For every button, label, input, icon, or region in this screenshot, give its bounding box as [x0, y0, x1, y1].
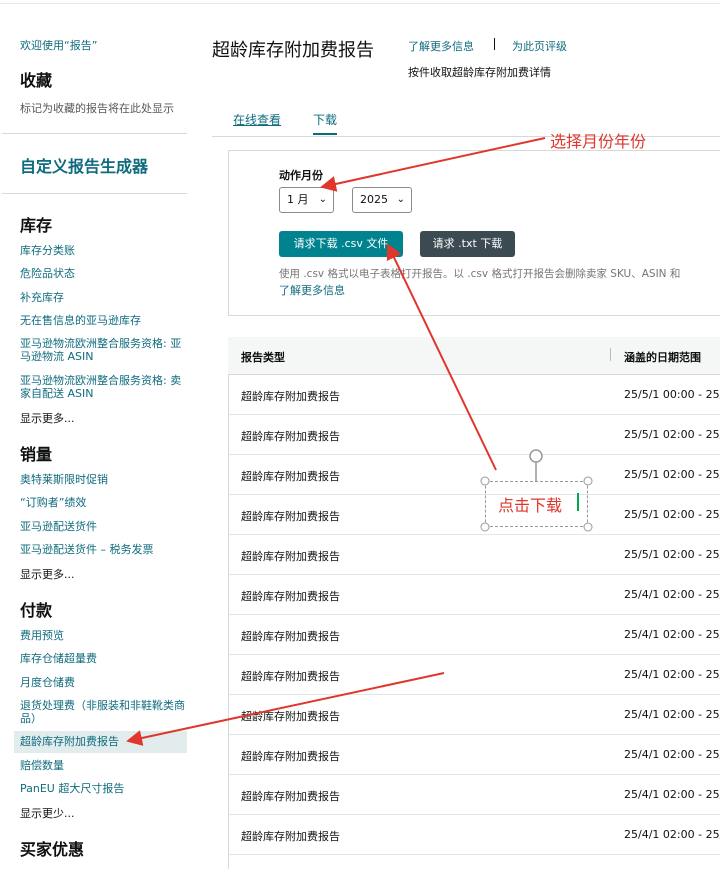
- table-row: 超龄库存附加费报告 25/5/1 00:00 - 25/5: [229, 375, 720, 415]
- show-more-link[interactable]: 显示更多...: [20, 566, 75, 582]
- request-txt-button[interactable]: 请求 .txt 下载: [420, 231, 515, 257]
- table-row: 超龄库存附加费报告 25/4/1 02:00 - 25/5: [229, 695, 720, 735]
- learn-more-link[interactable]: 了解更多信息: [408, 38, 474, 54]
- divider: [2, 193, 187, 194]
- table-row: 超龄库存附加费报告 25/4/1 02:00 - 25/5: [229, 615, 720, 655]
- table-row: 超龄库存附加费报告 25/5/1 02:00 - 25/6: [229, 455, 720, 495]
- cell-date-range: 25/5/1 02:00 - 25/6: [624, 428, 720, 441]
- cell-report-type: 超龄库存附加费报告: [241, 510, 340, 523]
- page-title: 超龄库存附加费报告: [212, 40, 374, 61]
- cell-report-type: 超龄库存附加费报告: [241, 710, 340, 723]
- rate-page-link[interactable]: 为此页评级: [512, 38, 567, 54]
- sidebar-item[interactable]: 亚马逊物流欧洲整合服务资格: 卖家自配送 ASIN: [20, 374, 185, 400]
- column-header-date-range: 涵盖的日期范围: [624, 351, 701, 364]
- header-separator: [494, 38, 495, 50]
- cell-report-type: 超龄库存附加费报告: [241, 750, 340, 763]
- csv-note: 使用 .csv 格式以电子表格打开报告。以 .csv 格式打开报告会删除卖家 S…: [279, 268, 681, 280]
- sidebar-item[interactable]: “订购者”绩效: [20, 496, 185, 509]
- cell-report-type: 超龄库存附加费报告: [241, 830, 340, 843]
- month-select[interactable]: 1 月 ⌄: [279, 187, 334, 213]
- annotation-select-month-year: 选择月份年份: [550, 132, 647, 151]
- table-row: 超龄库存附加费报告 25/4/1 02:00 - 25/5: [229, 735, 720, 775]
- cell-date-range: 25/5/1 02:00 - 25/6: [624, 548, 720, 561]
- cell-date-range: 25/5/1 02:00 - 25/6: [624, 468, 720, 481]
- text-cursor: [577, 493, 579, 511]
- table-row: 超龄库存附加费报告 25/5/1 02:00 - 25/6: [229, 495, 720, 535]
- sidebar-item[interactable]: 月度仓储费: [20, 676, 185, 689]
- page: 欢迎使用“报告” 收藏 标记为收藏的报告将在此处显示 自定义报告生成器 库存 库…: [0, 0, 720, 869]
- favorites-hint: 标记为收藏的报告将在此处显示: [20, 102, 174, 115]
- cell-date-range: 25/4/1 02:00 - 25/5: [624, 828, 720, 841]
- cell-date-range: 25/4/1 02:00 - 25/5: [624, 708, 720, 721]
- cell-date-range: 25/5/1 00:00 - 25/5: [624, 388, 720, 401]
- sidebar-item[interactable]: 亚马逊配送货件 – 税务发票: [20, 543, 185, 556]
- learn-more-link[interactable]: 了解更多信息: [279, 282, 345, 298]
- table-row: 超龄库存附加费报告 25/5/1 02:00 - 25/6: [229, 535, 720, 575]
- section-heading-sales: 销量: [20, 445, 53, 464]
- column-header-report-type: 报告类型: [241, 351, 285, 364]
- cell-report-type: 超龄库存附加费报告: [241, 790, 340, 803]
- cell-date-range: 25/5/1 02:00 - 25/6: [624, 508, 720, 521]
- cell-report-type: 超龄库存附加费报告: [241, 430, 340, 443]
- column-separator: [610, 348, 611, 361]
- year-select[interactable]: 2025 ⌄: [352, 187, 412, 213]
- sidebar-item[interactable]: 危险品状态: [20, 267, 185, 280]
- sidebar-item[interactable]: 亚马逊物流欧洲整合服务资格: 亚马逊物流 ASIN: [20, 337, 185, 363]
- custom-report-builder-link[interactable]: 自定义报告生成器: [20, 153, 148, 177]
- tab-view-online[interactable]: 在线查看: [233, 111, 281, 128]
- table-row: 超龄库存附加费报告 25/4/1 02:00 - 25/5: [229, 575, 720, 615]
- favorites-heading: 收藏: [20, 71, 53, 90]
- annotation-click-download: 点击下载: [498, 496, 563, 515]
- sidebar-item[interactable]: 无在售信息的亚马逊库存: [20, 314, 185, 327]
- month-value: 1 月: [287, 193, 309, 206]
- page-subtitle: 按件收取超龄库存附加费详情: [408, 66, 551, 79]
- cell-date-range: 25/4/1 02:00 - 25/5: [624, 748, 720, 761]
- tab-download[interactable]: 下载: [313, 111, 338, 135]
- sidebar-item[interactable]: 库存仓储超量费: [20, 652, 185, 665]
- cell-report-type: 超龄库存附加费报告: [241, 550, 340, 563]
- cell-report-type: 超龄库存附加费报告: [241, 470, 340, 483]
- section-heading-buyer-offers: 买家优惠: [20, 840, 85, 859]
- cell-date-range: 25/4/1 02:00 - 25/5: [624, 588, 720, 601]
- cell-report-type: 超龄库存附加费报告: [241, 670, 340, 683]
- cell-report-type: 超龄库存附加费报告: [241, 630, 340, 643]
- month-label: 动作月份: [279, 169, 323, 182]
- sidebar-item[interactable]: 赔偿数量: [20, 759, 185, 772]
- sidebar-item[interactable]: 补充库存: [20, 291, 185, 304]
- table-row: 超龄库存附加费报告 25/4/1 02:00 - 25/5: [229, 655, 720, 695]
- cell-date-range: 25/4/1 02:00 - 25/5: [624, 788, 720, 801]
- cell-date-range: 25/4/1 02:00 - 25/5: [624, 628, 720, 641]
- year-value: 2025: [360, 193, 388, 206]
- sidebar-item[interactable]: 库存分类账: [20, 244, 185, 257]
- sidebar-item[interactable]: 退货处理费（非服装和非鞋靴类商品）: [20, 699, 185, 725]
- sidebar-item-active[interactable]: 超龄库存附加费报告: [20, 735, 185, 748]
- cell-report-type: 超龄库存附加费报告: [241, 390, 340, 403]
- show-more-link[interactable]: 显示更多...: [20, 410, 75, 426]
- table-row: 超龄库存附加费报告 25/4/1 02:00 - 25/5: [229, 775, 720, 815]
- table-row: 超龄库存附加费报告 25/4/1 02:00 - 25/5: [229, 815, 720, 855]
- chevron-down-icon: ⌄: [396, 194, 405, 205]
- table-row: 超龄库存附加费报告 25/5/1 02:00 - 25/6: [229, 415, 720, 455]
- sidebar-item[interactable]: 亚马逊配送货件: [20, 520, 185, 533]
- section-heading-inventory: 库存: [20, 216, 53, 235]
- divider: [2, 133, 187, 134]
- sidebar-item[interactable]: 费用预览: [20, 629, 185, 642]
- welcome-link[interactable]: 欢迎使用“报告”: [20, 37, 97, 53]
- request-csv-button[interactable]: 请求下载 .csv 文件: [279, 231, 403, 257]
- show-less-link[interactable]: 显示更少...: [20, 805, 75, 821]
- sidebar: 欢迎使用“报告” 收藏 标记为收藏的报告将在此处显示 自定义报告生成器 库存 库…: [0, 0, 200, 869]
- cell-report-type: 超龄库存附加费报告: [241, 590, 340, 603]
- sidebar-item[interactable]: 奥特莱斯限时促销: [20, 473, 185, 486]
- chevron-down-icon: ⌄: [318, 194, 327, 205]
- section-heading-payments: 付款: [20, 601, 53, 620]
- cell-date-range: 25/4/1 02:00 - 25/5: [624, 668, 720, 681]
- sidebar-item[interactable]: PanEU 超大尺寸报告: [20, 782, 185, 795]
